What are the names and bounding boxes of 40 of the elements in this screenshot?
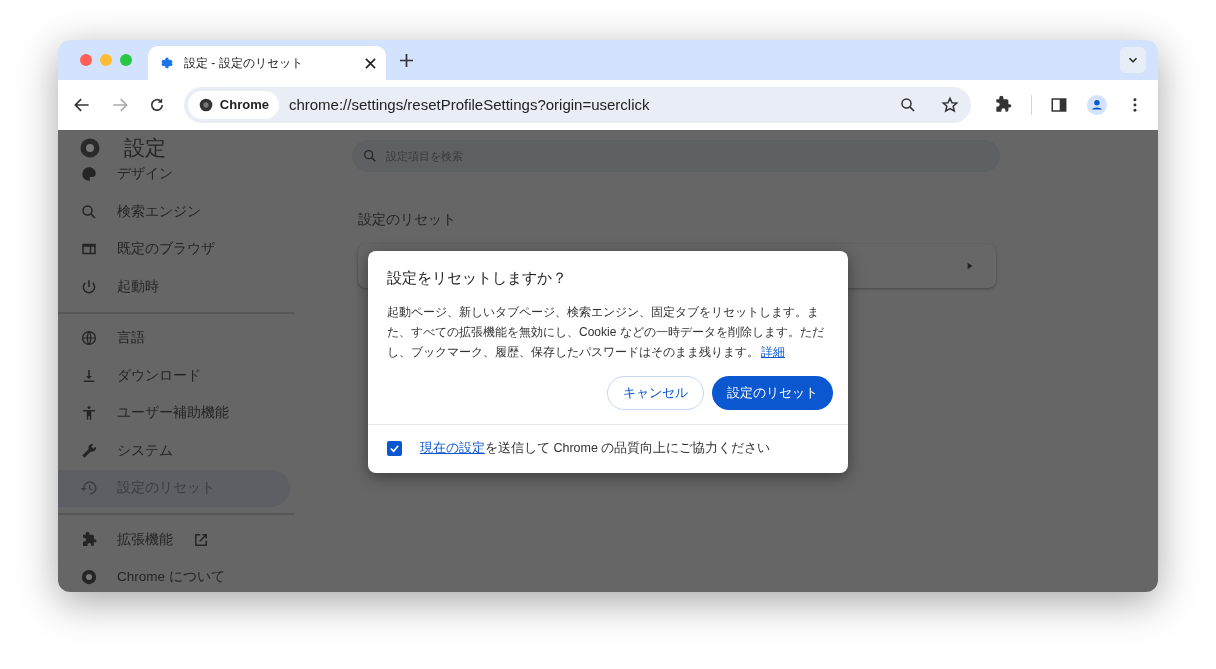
checkbox[interactable] xyxy=(387,441,402,456)
puzzle-icon xyxy=(80,530,98,549)
tab-title: 設定 - 設定のリセット xyxy=(184,55,304,72)
tab-search-button[interactable] xyxy=(1120,47,1146,73)
globe-icon xyxy=(80,329,98,348)
search-icon xyxy=(362,148,378,164)
bookmark-star-icon[interactable] xyxy=(941,96,960,114)
url-text: chrome://settings/resetProfileSettings?origin=userclick xyxy=(288,94,651,115)
side-panel-icon[interactable] xyxy=(1050,96,1069,114)
sidebar-item[interactable]: 既定のブラウザ xyxy=(58,230,290,268)
reset-button[interactable]: 設定のリセット xyxy=(712,375,833,410)
address-bar[interactable]: Chrome chrome://settings/resetProfileSettings?origin=userclick xyxy=(183,87,972,123)
dialog-title: 設定をリセットしますか？ xyxy=(387,268,568,288)
checkmark-icon xyxy=(389,443,400,454)
settings-title: 設定 xyxy=(124,135,166,161)
sidebar-item[interactable]: 検索エンジン xyxy=(58,193,290,231)
caret-icon xyxy=(966,262,974,271)
accessibility-icon xyxy=(80,404,98,423)
new-tab-icon[interactable] xyxy=(400,53,413,67)
close-tab-icon[interactable] xyxy=(365,57,376,69)
sidebar-item[interactable]: システム xyxy=(58,432,290,470)
sidebar-item[interactable]: Chrome について xyxy=(58,558,290,592)
palette-icon xyxy=(80,165,98,184)
sidebar-item[interactable]: 拡張機能 xyxy=(58,521,290,559)
extensions-icon xyxy=(993,95,1014,115)
section-title: 設定のリセット xyxy=(358,211,457,229)
current-settings-link[interactable]: 現在の設定 xyxy=(420,441,485,456)
sidebar-item[interactable]: ダウンロード xyxy=(58,357,290,395)
wrench-icon xyxy=(80,441,98,460)
sidebar-item[interactable]: 起動時 xyxy=(58,268,290,306)
learn-more-link[interactable]: 詳細 xyxy=(761,344,785,359)
search-icon xyxy=(80,202,98,221)
checkbox-label: 現在の設定を送信して Chrome の品質向上にご協力ください xyxy=(420,440,771,458)
profile-avatar-icon[interactable] xyxy=(1086,94,1109,116)
power-icon xyxy=(80,277,98,296)
site-chip[interactable]: Chrome xyxy=(187,91,279,119)
browser-tab[interactable]: 設定 - 設定のリセット xyxy=(148,46,386,80)
history-icon xyxy=(80,479,98,498)
dialog-body-text: 起動ページ、新しいタブページ、検索エンジン、固定タブをリセットします。また、すべての拡張機能を無効にし、Cookie などの一時データを削除します。ただし、ブックマーク、履歴、保存したパスワードはそのまま残ります。 詳細 xyxy=(387,303,825,361)
sidebar-item[interactable]: 言語 xyxy=(58,319,290,357)
